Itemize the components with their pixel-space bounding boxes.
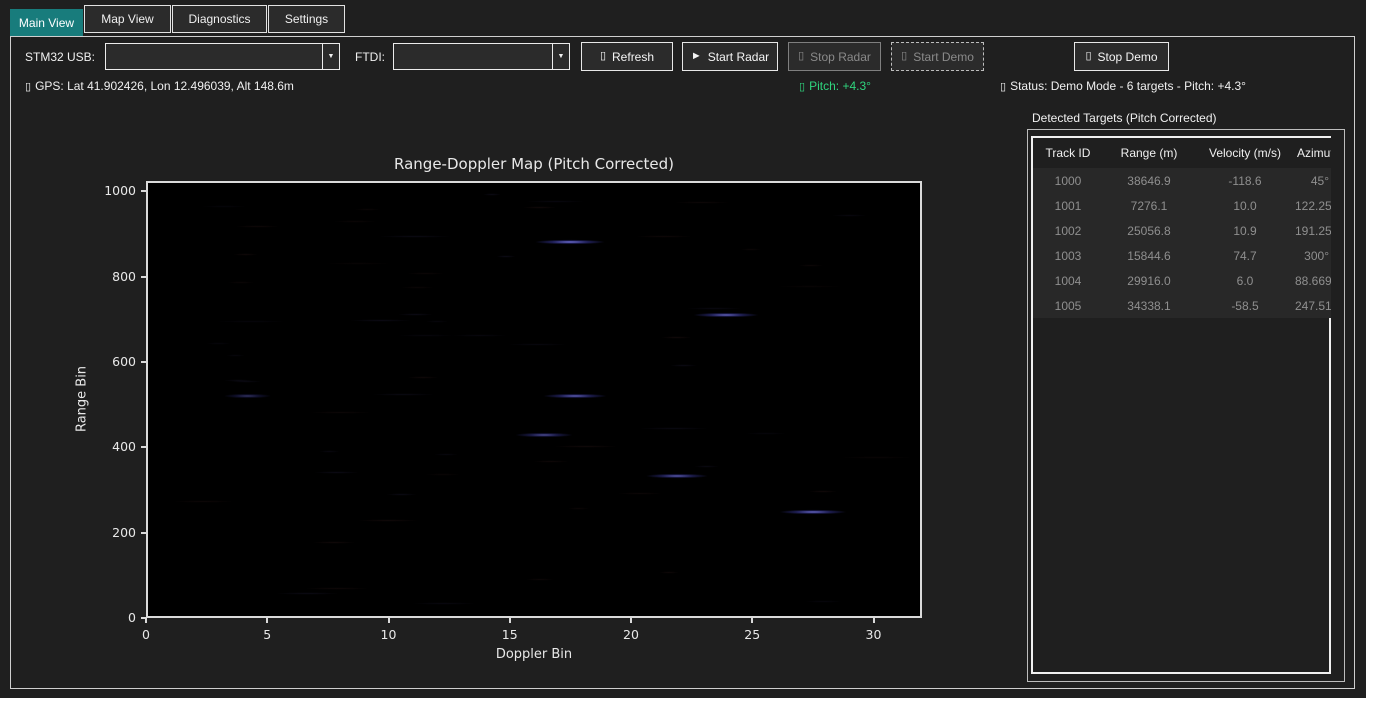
- table-cell: 1001: [1033, 199, 1103, 213]
- table-cell: 10.9: [1195, 224, 1295, 238]
- stm32-usb-value: [106, 44, 322, 69]
- table-scrollbar[interactable]: [1329, 318, 1331, 673]
- ftdi-value: [394, 44, 552, 69]
- table-cell: 300°: [1295, 249, 1329, 263]
- button-label: Refresh: [612, 50, 654, 64]
- screenshot-canvas: Main View Map View Diagnostics Settings …: [0, 0, 1380, 716]
- table-cell: 122.2510: [1295, 199, 1329, 213]
- table-body: 100038646.9-118.645°10017276.110.0122.25…: [1033, 168, 1331, 318]
- stop-icon: ▯: [798, 51, 804, 62]
- tab-diagnostics[interactable]: Diagnostics: [172, 5, 267, 33]
- table-cell: -118.6: [1195, 174, 1295, 188]
- button-label: Stop Demo: [1098, 50, 1158, 64]
- table-cell: 7276.1: [1103, 199, 1195, 213]
- tab-label: Settings: [285, 12, 328, 26]
- table-row[interactable]: 100038646.9-118.645°: [1033, 168, 1331, 193]
- demo-icon: ▯: [901, 51, 907, 62]
- ftdi-combobox[interactable]: ▼: [393, 43, 570, 70]
- table-row[interactable]: 100225056.810.9191.2552: [1033, 218, 1331, 243]
- range-doppler-plot: [146, 181, 922, 618]
- table-row[interactable]: 100315844.674.7300°: [1033, 243, 1331, 268]
- chart-title: Range-Doppler Map (Pitch Corrected): [146, 155, 922, 173]
- table-cell: 15844.6: [1103, 249, 1195, 263]
- table-row[interactable]: 10017276.110.0122.2510: [1033, 193, 1331, 218]
- table-row[interactable]: 100534338.1-58.5247.5104: [1033, 293, 1331, 318]
- chevron-down-icon: ▼: [328, 53, 335, 60]
- table-cell: 191.2552: [1295, 224, 1329, 238]
- y-axis-label: Range Bin: [75, 366, 90, 432]
- satellite-icon: ▯: [25, 81, 31, 93]
- stm32-usb-label: STM32 USB:: [25, 50, 95, 64]
- tab-settings[interactable]: Settings: [268, 5, 345, 33]
- targets-table: Track ID Range (m) Velocity (m/s) Azimut…: [1031, 136, 1331, 674]
- table-cell: 1003: [1033, 249, 1103, 263]
- pitch-icon: ▯: [799, 81, 805, 93]
- button-label: Stop Radar: [810, 50, 871, 64]
- table-cell: 247.5104: [1295, 299, 1329, 313]
- start-radar-button[interactable]: ► Start Radar: [682, 42, 778, 71]
- gps-text: GPS: Lat 41.902426, Lon 12.496039, Alt 1…: [35, 79, 294, 93]
- antenna-icon: ▯: [1000, 81, 1006, 93]
- tab-main-view[interactable]: Main View: [10, 9, 83, 36]
- stop-radar-button: ▯ Stop Radar: [788, 42, 881, 71]
- ftdi-label: FTDI:: [355, 50, 385, 64]
- table-cell: 10.0: [1195, 199, 1295, 213]
- tab-map-view[interactable]: Map View: [84, 5, 171, 33]
- x-axis-label: Doppler Bin: [146, 647, 922, 662]
- button-label: Start Radar: [708, 50, 769, 64]
- table-cell: 38646.9: [1103, 174, 1195, 188]
- table-row[interactable]: 100429916.06.088.66998: [1033, 268, 1331, 293]
- button-label: Start Demo: [913, 50, 974, 64]
- table-cell: 1002: [1033, 224, 1103, 238]
- table-cell: 29916.0: [1103, 274, 1195, 288]
- pitch-indicator: ▯ Pitch: +4.3°: [799, 79, 871, 93]
- pitch-text: Pitch: +4.3°: [809, 79, 871, 93]
- tab-label: Main View: [19, 16, 74, 30]
- table-cell: 45°: [1295, 174, 1329, 188]
- table-cell: 1005: [1033, 299, 1103, 313]
- tab-label: Map View: [101, 12, 153, 26]
- table-cell: 1000: [1033, 174, 1103, 188]
- radar-app-window: Main View Map View Diagnostics Settings …: [0, 0, 1366, 698]
- column-header[interactable]: Track ID: [1033, 146, 1103, 160]
- tab-label: Diagnostics: [188, 12, 250, 26]
- chevron-down-icon: ▼: [558, 53, 565, 60]
- table-cell: 6.0: [1195, 274, 1295, 288]
- stop-demo-icon: ▯: [1085, 51, 1091, 62]
- table-cell: 25056.8: [1103, 224, 1195, 238]
- column-header[interactable]: Velocity (m/s): [1195, 146, 1295, 160]
- gps-status: ▯ GPS: Lat 41.902426, Lon 12.496039, Alt …: [25, 79, 294, 93]
- stop-demo-button[interactable]: ▯ Stop Demo: [1074, 42, 1169, 71]
- table-cell: -58.5: [1195, 299, 1295, 313]
- start-demo-button: ▯ Start Demo: [891, 42, 984, 71]
- refresh-button[interactable]: ▯ Refresh: [581, 42, 673, 71]
- stm32-usb-combobox[interactable]: ▼: [105, 43, 340, 70]
- column-header[interactable]: Azimuth: [1295, 146, 1329, 160]
- combo-dropdown-button[interactable]: ▼: [552, 44, 569, 69]
- targets-panel-title: Detected Targets (Pitch Corrected): [1032, 111, 1217, 125]
- table-cell: 88.66998: [1295, 274, 1329, 288]
- combo-dropdown-button[interactable]: ▼: [322, 44, 339, 69]
- play-icon: ►: [691, 51, 702, 62]
- refresh-icon: ▯: [600, 51, 606, 62]
- table-cell: 1004: [1033, 274, 1103, 288]
- table-header-row: Track ID Range (m) Velocity (m/s) Azimut…: [1033, 138, 1331, 168]
- table-cell: 34338.1: [1103, 299, 1195, 313]
- table-cell: 74.7: [1195, 249, 1295, 263]
- column-header[interactable]: Range (m): [1103, 146, 1195, 160]
- status-text: Status: Demo Mode - 6 targets - Pitch: +…: [1010, 79, 1246, 93]
- radar-status: ▯ Status: Demo Mode - 6 targets - Pitch: …: [1000, 79, 1246, 93]
